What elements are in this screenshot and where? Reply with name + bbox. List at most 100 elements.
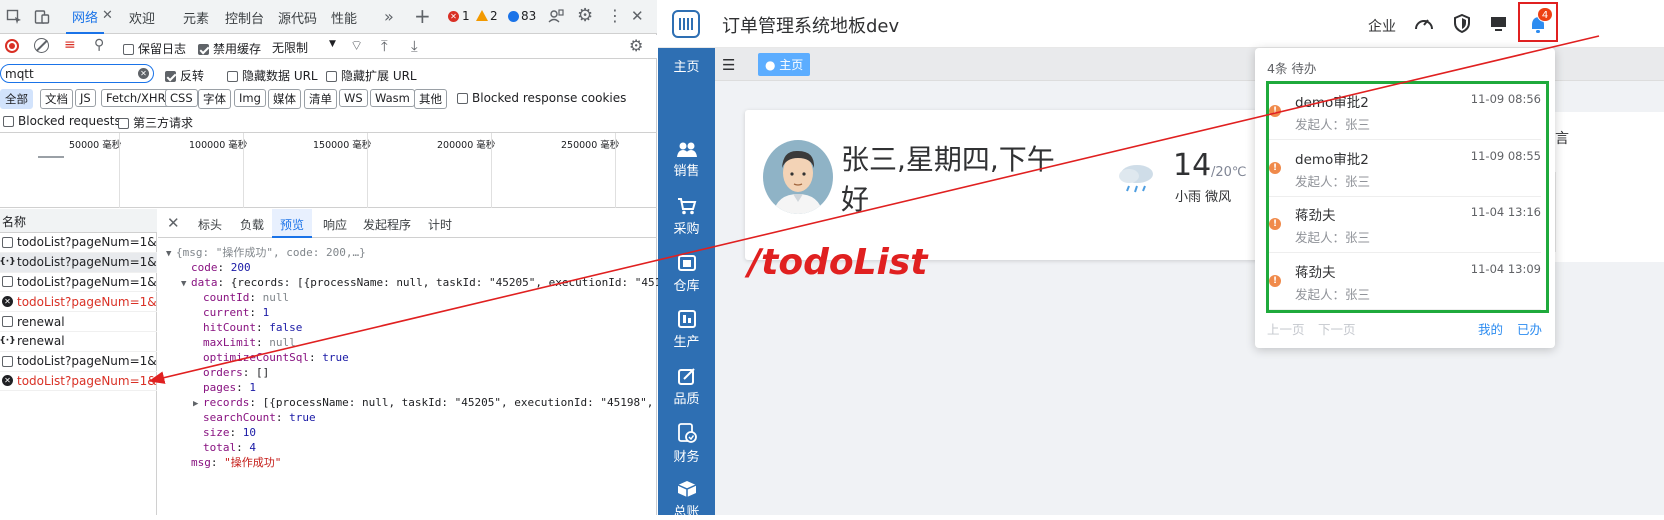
json-line[interactable]: ▶ records: [{processName: null, taskId: "…: [166, 395, 686, 410]
blocked-cookies-checkbox[interactable]: Blocked response cookies: [457, 91, 626, 105]
blocked-requests-checkbox[interactable]: Blocked requests: [3, 114, 121, 128]
settings-gear-icon[interactable]: ⚙: [577, 5, 593, 26]
close-tab-icon[interactable]: ✕: [102, 8, 113, 23]
dashboard-icon[interactable]: [1414, 14, 1434, 35]
type-css[interactable]: CSS: [165, 89, 198, 107]
shield-icon[interactable]: [1453, 13, 1471, 36]
network-settings-icon[interactable]: ⚙: [629, 36, 643, 55]
tab-payload[interactable]: 负载: [240, 216, 264, 233]
request-row[interactable]: {·}todoList?pageNum=1&p...: [0, 252, 157, 273]
throttle-select[interactable]: 无限制: [272, 39, 308, 56]
detail-panel: ✕ 标头 负载 预览 响应 发起程序 计时 ▼ {msg: "操作成功", cod…: [158, 209, 688, 515]
timeline-overview[interactable]: 50000 毫秒 100000 毫秒 150000 毫秒 200000 毫秒 2…: [0, 132, 657, 208]
request-row[interactable]: ✕ todoList?pageNum=1&p...: [0, 292, 157, 313]
name-column-header[interactable]: 名称: [0, 209, 157, 233]
tag-home[interactable]: ● 主页: [758, 53, 811, 76]
notification-bell-button[interactable]: 4: [1518, 2, 1558, 42]
tab-response[interactable]: 响应: [323, 216, 347, 233]
filter-icon[interactable]: ≡: [64, 37, 76, 53]
hide-ext-urls-checkbox[interactable]: 隐藏扩展 URL: [326, 67, 417, 84]
request-row[interactable]: {·} renewal: [0, 332, 157, 352]
type-manifest[interactable]: 清单: [304, 89, 337, 109]
tab-performance[interactable]: 性能: [325, 0, 363, 34]
tab-elements[interactable]: 元素: [177, 0, 215, 34]
chevron-down-icon[interactable]: ▼: [329, 39, 336, 49]
request-row[interactable]: todoList?pageNum=1&p...: [0, 233, 157, 253]
tab-network[interactable]: 网络: [66, 0, 105, 34]
done-link[interactable]: 已办: [1517, 319, 1542, 338]
next-page-button[interactable]: 下一页: [1318, 319, 1356, 338]
document-request-icon: [2, 355, 13, 367]
invert-checkbox[interactable]: 反转: [165, 67, 204, 84]
close-devtools-icon[interactable]: ✕: [631, 7, 644, 25]
type-img[interactable]: Img: [234, 89, 266, 107]
prev-page-button[interactable]: 上一页: [1267, 319, 1305, 338]
request-row[interactable]: ✕ todoList?pageNum=1&p...: [0, 372, 157, 392]
warning-count[interactable]: 2: [490, 9, 498, 23]
export-har-icon[interactable]: ⤓: [411, 37, 418, 55]
todo-item[interactable]: ! demo审批2 11-09 08:56 发起人：张三: [1269, 84, 1541, 140]
type-all[interactable]: 全部: [0, 89, 33, 109]
request-row[interactable]: todoList?pageNum=1&p...: [0, 273, 157, 293]
sidebar-item-production[interactable]: 生产: [658, 310, 715, 350]
more-tabs-icon[interactable]: »: [384, 7, 394, 26]
filter-input[interactable]: mqtt ✕: [0, 64, 154, 83]
sidebar-item-finance[interactable]: 财务: [658, 423, 715, 465]
json-line: total: 4: [203, 441, 256, 454]
type-ws[interactable]: WS: [339, 89, 368, 107]
request-row[interactable]: renewal: [0, 312, 157, 332]
tab-preview[interactable]: 预览: [272, 209, 313, 238]
tab-welcome[interactable]: 欢迎: [123, 0, 161, 34]
hide-data-urls-checkbox[interactable]: 隐藏数据 URL: [227, 67, 318, 84]
type-doc[interactable]: 文档: [40, 89, 73, 109]
type-media[interactable]: 媒体: [268, 89, 301, 109]
alert-icon: !: [1269, 161, 1281, 174]
type-wasm[interactable]: Wasm: [370, 89, 415, 107]
more-menu-icon[interactable]: ⋮: [607, 6, 623, 25]
tab-timing[interactable]: 计时: [428, 216, 452, 233]
type-js[interactable]: JS: [75, 89, 96, 107]
finance-icon: [658, 423, 715, 443]
todo-item[interactable]: ! 蒋劲夫 11-04 13:16 发起人：张三: [1269, 197, 1541, 253]
sidebar-item-ledger[interactable]: 总账: [658, 480, 715, 520]
third-party-checkbox[interactable]: 第三方请求: [118, 114, 193, 131]
device-toggle-icon[interactable]: [34, 9, 50, 25]
add-tab-icon[interactable]: +: [414, 4, 431, 28]
todo-header: 4条 待办: [1267, 61, 1317, 76]
inspect-icon[interactable]: [6, 9, 22, 25]
enterprise-button[interactable]: 企业: [1368, 16, 1396, 36]
type-other[interactable]: 其他: [414, 89, 447, 109]
close-detail-icon[interactable]: ✕: [167, 214, 180, 232]
preserve-log-checkbox[interactable]: 保留日志: [123, 40, 186, 57]
import-har-icon[interactable]: ⤒: [381, 37, 388, 55]
network-conditions-icon[interactable]: ⌔: [350, 37, 363, 55]
sidebar-item-warehouse[interactable]: 仓库: [658, 254, 715, 294]
my-todo-link[interactable]: 我的: [1478, 319, 1503, 338]
error-count[interactable]: 1: [462, 9, 470, 23]
sidebar-item-purchase[interactable]: 采购: [658, 197, 715, 237]
type-fetch-xhr[interactable]: Fetch/XHR: [101, 89, 171, 107]
tab-sources[interactable]: 源代码: [272, 0, 323, 34]
monitor-icon[interactable]: [1490, 16, 1507, 35]
record-icon[interactable]: [5, 39, 19, 53]
tab-console[interactable]: 控制台: [219, 0, 270, 34]
tab-initiator[interactable]: 发起程序: [363, 216, 411, 233]
search-icon[interactable]: ⚲: [94, 37, 104, 53]
type-font[interactable]: 字体: [198, 89, 231, 109]
disable-cache-checkbox[interactable]: 禁用缓存: [198, 40, 261, 57]
clear-filter-icon[interactable]: ✕: [138, 68, 149, 79]
todo-item[interactable]: ! 蒋劲夫 11-04 13:09 发起人：张三: [1269, 254, 1541, 310]
request-row[interactable]: todoList?pageNum=1&p...: [0, 352, 157, 372]
message-icon: [508, 11, 519, 22]
message-count[interactable]: 83: [521, 9, 536, 23]
json-line[interactable]: ▼ data: {records: [{processName: null, ta…: [166, 275, 688, 290]
tab-headers[interactable]: 标头: [198, 216, 222, 233]
issues-icon[interactable]: [548, 8, 564, 27]
clear-icon[interactable]: [34, 38, 49, 53]
menu-fold-icon[interactable]: ☰: [722, 56, 735, 74]
sidebar-item-sales[interactable]: 销售: [658, 141, 715, 179]
json-root[interactable]: ▼ {msg: "操作成功", code: 200,…}: [166, 245, 657, 260]
todo-item[interactable]: ! demo审批2 11-09 08:55 发起人：张三: [1269, 141, 1541, 197]
sidebar-item-quality[interactable]: 品质: [658, 367, 715, 407]
sidebar-item-home[interactable]: 主页: [658, 56, 715, 75]
